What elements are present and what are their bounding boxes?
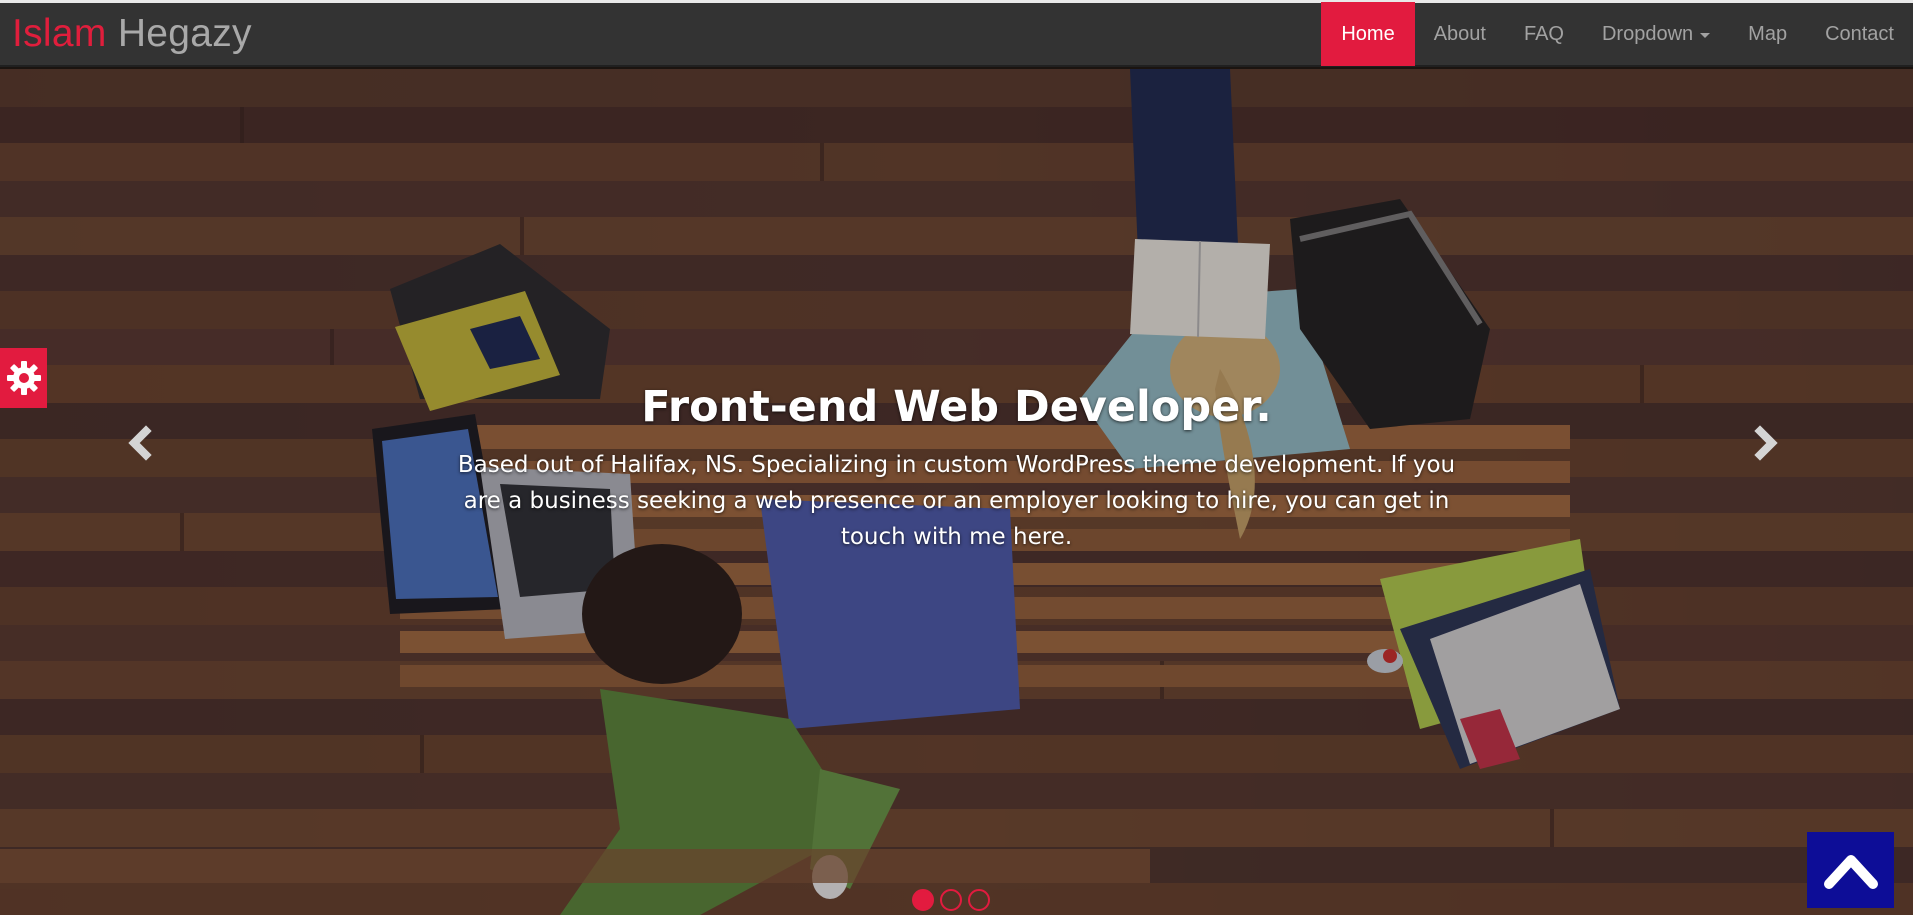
gear-icon [6,361,41,395]
nav-item-contact[interactable]: Contact [1806,2,1913,66]
chevron-up-icon [1823,855,1878,889]
brand-first-name: Islam [12,12,107,55]
carousel-caption: Front-end Web Developer. Based out of Ha… [0,379,1913,555]
nav-item-about[interactable]: About [1415,2,1505,66]
hero-title: Front-end Web Developer. [641,382,1272,432]
navbar: Islam Hegazy Home About FAQ Dropdown Map… [0,2,1913,67]
brand-logo[interactable]: Islam Hegazy [12,2,252,66]
brand-last-name: Hegazy [117,12,252,55]
carousel-indicator-2[interactable] [940,889,962,911]
carousel-next-button[interactable] [1736,413,1796,473]
nav-item-map[interactable]: Map [1729,2,1806,66]
hero-carousel: Front-end Web Developer. Based out of Ha… [0,69,1913,915]
nav-menu: Home About FAQ Dropdown Map Contact [1321,2,1913,66]
carousel-indicator-1[interactable] [912,889,934,911]
carousel-indicators [912,889,990,911]
nav-item-dropdown[interactable]: Dropdown [1583,2,1729,66]
nav-item-home[interactable]: Home [1321,2,1415,66]
settings-toggle-button[interactable] [0,348,47,408]
caret-down-icon [1700,32,1711,38]
carousel-prev-button[interactable] [110,413,170,473]
hero-text: Based out of Halifax, NS. Specializing i… [457,452,1456,550]
nav-item-dropdown-label: Dropdown [1601,23,1694,45]
nav-item-faq[interactable]: FAQ [1505,2,1583,66]
carousel-indicator-3[interactable] [968,889,990,911]
chevron-left-icon [128,425,152,461]
back-to-top-button[interactable] [1807,832,1894,908]
chevron-right-icon [1754,425,1778,461]
